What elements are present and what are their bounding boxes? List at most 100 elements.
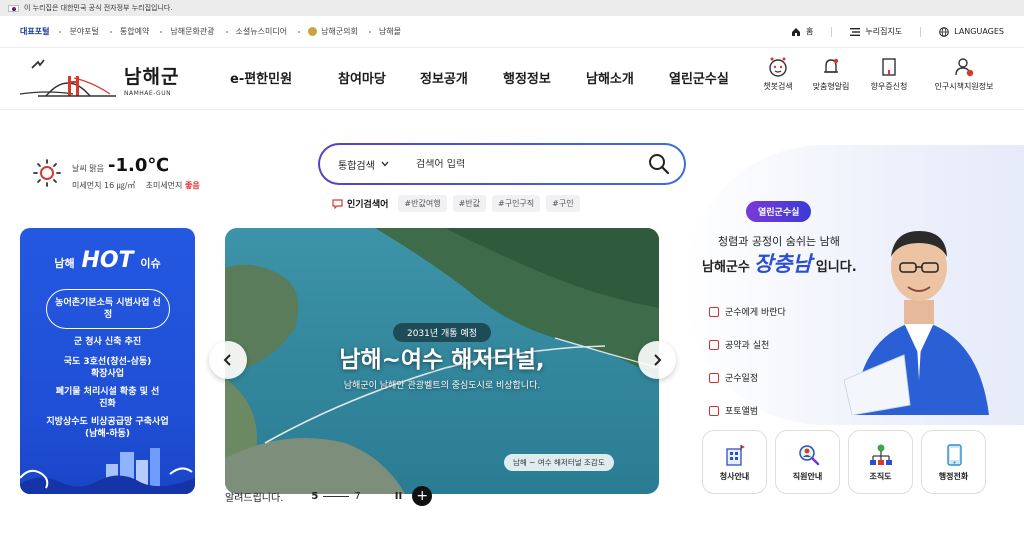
service-shortcuts: 청사안내 직원안내 조직도 행정전화 xyxy=(702,430,986,494)
hot-title-pre: 남해 xyxy=(54,257,75,270)
hot-issue-item[interactable]: 군 청사 신축 추진 xyxy=(20,336,195,348)
home-link[interactable]: 홈 xyxy=(791,26,813,37)
popular-tag[interactable]: #반값 xyxy=(452,195,486,212)
hot-issue-item[interactable]: 폐기물 처리시설 확충 및 선진화 xyxy=(20,386,195,410)
phone-icon xyxy=(946,443,962,466)
popular-tag[interactable]: #구인구직 xyxy=(492,195,541,212)
mayor-portrait xyxy=(844,231,989,415)
camera-icon xyxy=(709,405,719,416)
separator-dot xyxy=(59,30,62,33)
door-card-icon xyxy=(882,58,896,76)
utility-link-field-portal[interactable]: 분야포털 xyxy=(69,26,98,37)
hot-issue-item[interactable]: 국도 3호선(창선-삼동) 확장사업 xyxy=(20,356,195,380)
org-chart-icon xyxy=(869,444,892,465)
mayor-link-label: 공약과 실천 xyxy=(725,341,770,351)
bell-icon xyxy=(824,58,839,73)
languages-link[interactable]: LANGUAGES xyxy=(939,26,1004,37)
utility-link-reservation[interactable]: 통합예약 xyxy=(120,26,149,37)
nav-admin-info[interactable]: 행정정보 xyxy=(503,68,586,87)
quick-alerts-label: 맞춤형알림 xyxy=(812,82,850,91)
search-inner: 통합검색 xyxy=(320,145,684,183)
nav-e-civil[interactable]: e-편한민원 xyxy=(230,68,338,87)
home-icon xyxy=(791,27,800,36)
separator-dot xyxy=(160,30,163,33)
weather-widget: 날씨 맑음 -1.0℃ 미세먼지 16 ㎍/㎥ 초미세먼지 좋음 xyxy=(32,155,200,191)
popular-keywords: 인기검색어 #반값여행 #반값 #구인구직 #구인 xyxy=(332,195,586,212)
mayor-slogan: 청렴과 공정이 숨쉬는 남해 xyxy=(718,235,840,248)
globe-icon xyxy=(939,26,949,37)
utility-link-council[interactable]: 남해군의회 xyxy=(308,26,358,37)
sitemap-label: 누리집지도 xyxy=(865,27,903,36)
slide-headline: 남해~여수 해저터널, xyxy=(339,347,545,373)
slide-total: 7 xyxy=(354,490,361,502)
popular-tag[interactable]: #반값여행 xyxy=(398,195,447,212)
quick-hometown-card-label: 향우증신청 xyxy=(870,82,908,91)
service-label: 청사안내 xyxy=(719,471,750,481)
mayor-link-photo[interactable]: 포토앨범 xyxy=(709,394,786,427)
quick-chatbot-label: 챗봇검색 xyxy=(763,82,793,91)
slide-prev-button[interactable] xyxy=(209,341,247,379)
namhae-bridge-logo-icon xyxy=(19,59,116,97)
search-icon[interactable] xyxy=(648,153,670,175)
nav-about-namhae[interactable]: 남해소개 xyxy=(586,68,669,87)
notice-bar: 알려드립니다. 5 7 II + xyxy=(225,486,433,506)
mayor-link-schedule[interactable]: 군수일정 xyxy=(709,361,786,394)
quick-hometown-card[interactable]: 향우증신청 xyxy=(864,56,914,92)
languages-label: LANGUAGES xyxy=(954,27,1004,36)
chevron-right-icon xyxy=(654,354,662,366)
quick-chatbot[interactable]: 챗봇검색 xyxy=(758,56,798,92)
nav-mayor-office[interactable]: 열린군수실 xyxy=(669,68,729,87)
search-input[interactable] xyxy=(416,158,648,170)
popular-tag[interactable]: #구인 xyxy=(546,195,580,212)
quick-alerts[interactable]: 맞춤형알림 xyxy=(808,56,854,92)
utility-bar: 대표포털 분야포털 통합예약 남해문화관광 소셜뉴스미디어 남해군의회 남해몰 … xyxy=(0,16,1024,48)
mayor-link-pledge[interactable]: 공약과 실천 xyxy=(709,328,786,361)
nav-participation[interactable]: 참여마당 xyxy=(338,68,420,87)
document-icon xyxy=(709,339,719,350)
mayor-link-wish[interactable]: 군수에게 바란다 xyxy=(709,295,786,328)
pause-button[interactable]: II xyxy=(395,491,402,502)
main-slide[interactable]: 2031년 개통 예정 남해~여수 해저터널, 남해군이 남해안 관광벨트의 중… xyxy=(225,228,659,494)
hot-title-post: 이슈 xyxy=(140,257,161,270)
search-box: 통합검색 xyxy=(318,143,686,185)
counter-line xyxy=(323,495,350,497)
quick-population-support-label: 인구시책지원정보 xyxy=(934,82,994,91)
weather-text: 날씨 맑음 -1.0℃ 미세먼지 16 ㎍/㎥ 초미세먼지 좋음 xyxy=(72,155,200,191)
more-button[interactable]: + xyxy=(412,486,433,506)
hot-title-big: HOT xyxy=(81,248,134,273)
sitemap-link[interactable]: 누리집지도 xyxy=(850,26,902,37)
ultra-dust-value: 좋음 xyxy=(184,181,200,190)
utility-link-culture-tour[interactable]: 남해문화관광 xyxy=(170,26,214,37)
fine-dust-value: 16 ㎍/㎥ xyxy=(104,181,136,190)
rep-portal-link[interactable]: 대표포털 xyxy=(20,26,49,37)
building-icon xyxy=(725,444,745,466)
popular-title-label: 인기검색어 xyxy=(347,200,389,210)
service-admin-phone[interactable]: 행정전화 xyxy=(921,430,986,494)
slide-next-button[interactable] xyxy=(638,341,676,379)
search-category-select[interactable]: 통합검색 xyxy=(338,157,416,172)
city-wave-illustration xyxy=(20,448,195,494)
site-logo[interactable]: 남해군 NAMHAE-GUN xyxy=(18,56,188,102)
calendar-icon xyxy=(709,372,719,383)
nav-info-disclosure[interactable]: 정보공개 xyxy=(420,68,503,87)
service-org-chart[interactable]: 조직도 xyxy=(848,430,913,494)
service-building-guide[interactable]: 청사안내 xyxy=(702,430,767,494)
divider xyxy=(920,26,922,37)
mayor-link-label: 포토앨범 xyxy=(725,407,759,417)
hot-issue-item[interactable]: 지방상수도 비상공급망 구축사업(남해-하동) xyxy=(20,416,195,440)
service-staff-guide[interactable]: 직원안내 xyxy=(775,430,840,494)
separator-dot xyxy=(109,30,112,33)
letter-icon xyxy=(709,306,719,317)
gov-banner-text: 이 누리집은 대한민국 공식 전자정부 누리집입니다. xyxy=(24,4,173,12)
quick-population-support[interactable]: 인구시책지원정보 xyxy=(924,56,1004,92)
slide-subtitle: 남해군이 남해안 관광벨트의 중심도시로 비상합니다. xyxy=(343,381,541,391)
quick-links: 챗봇검색 맞춤형알림 향우증신청 인구시책지원정보 xyxy=(758,56,1014,92)
utility-link-mall[interactable]: 남해몰 xyxy=(379,26,401,37)
weather-temp: -1.0℃ xyxy=(107,155,170,176)
chevron-left-icon xyxy=(223,354,231,366)
hot-issue-featured[interactable]: 농어촌기본소득 시범사업 선정 xyxy=(46,289,170,329)
utility-link-social-media[interactable]: 소셜뉴스미디어 xyxy=(236,26,288,37)
mayor-name: 장충남 xyxy=(753,252,812,276)
sun-icon xyxy=(33,159,61,187)
flag-icon xyxy=(8,4,19,12)
